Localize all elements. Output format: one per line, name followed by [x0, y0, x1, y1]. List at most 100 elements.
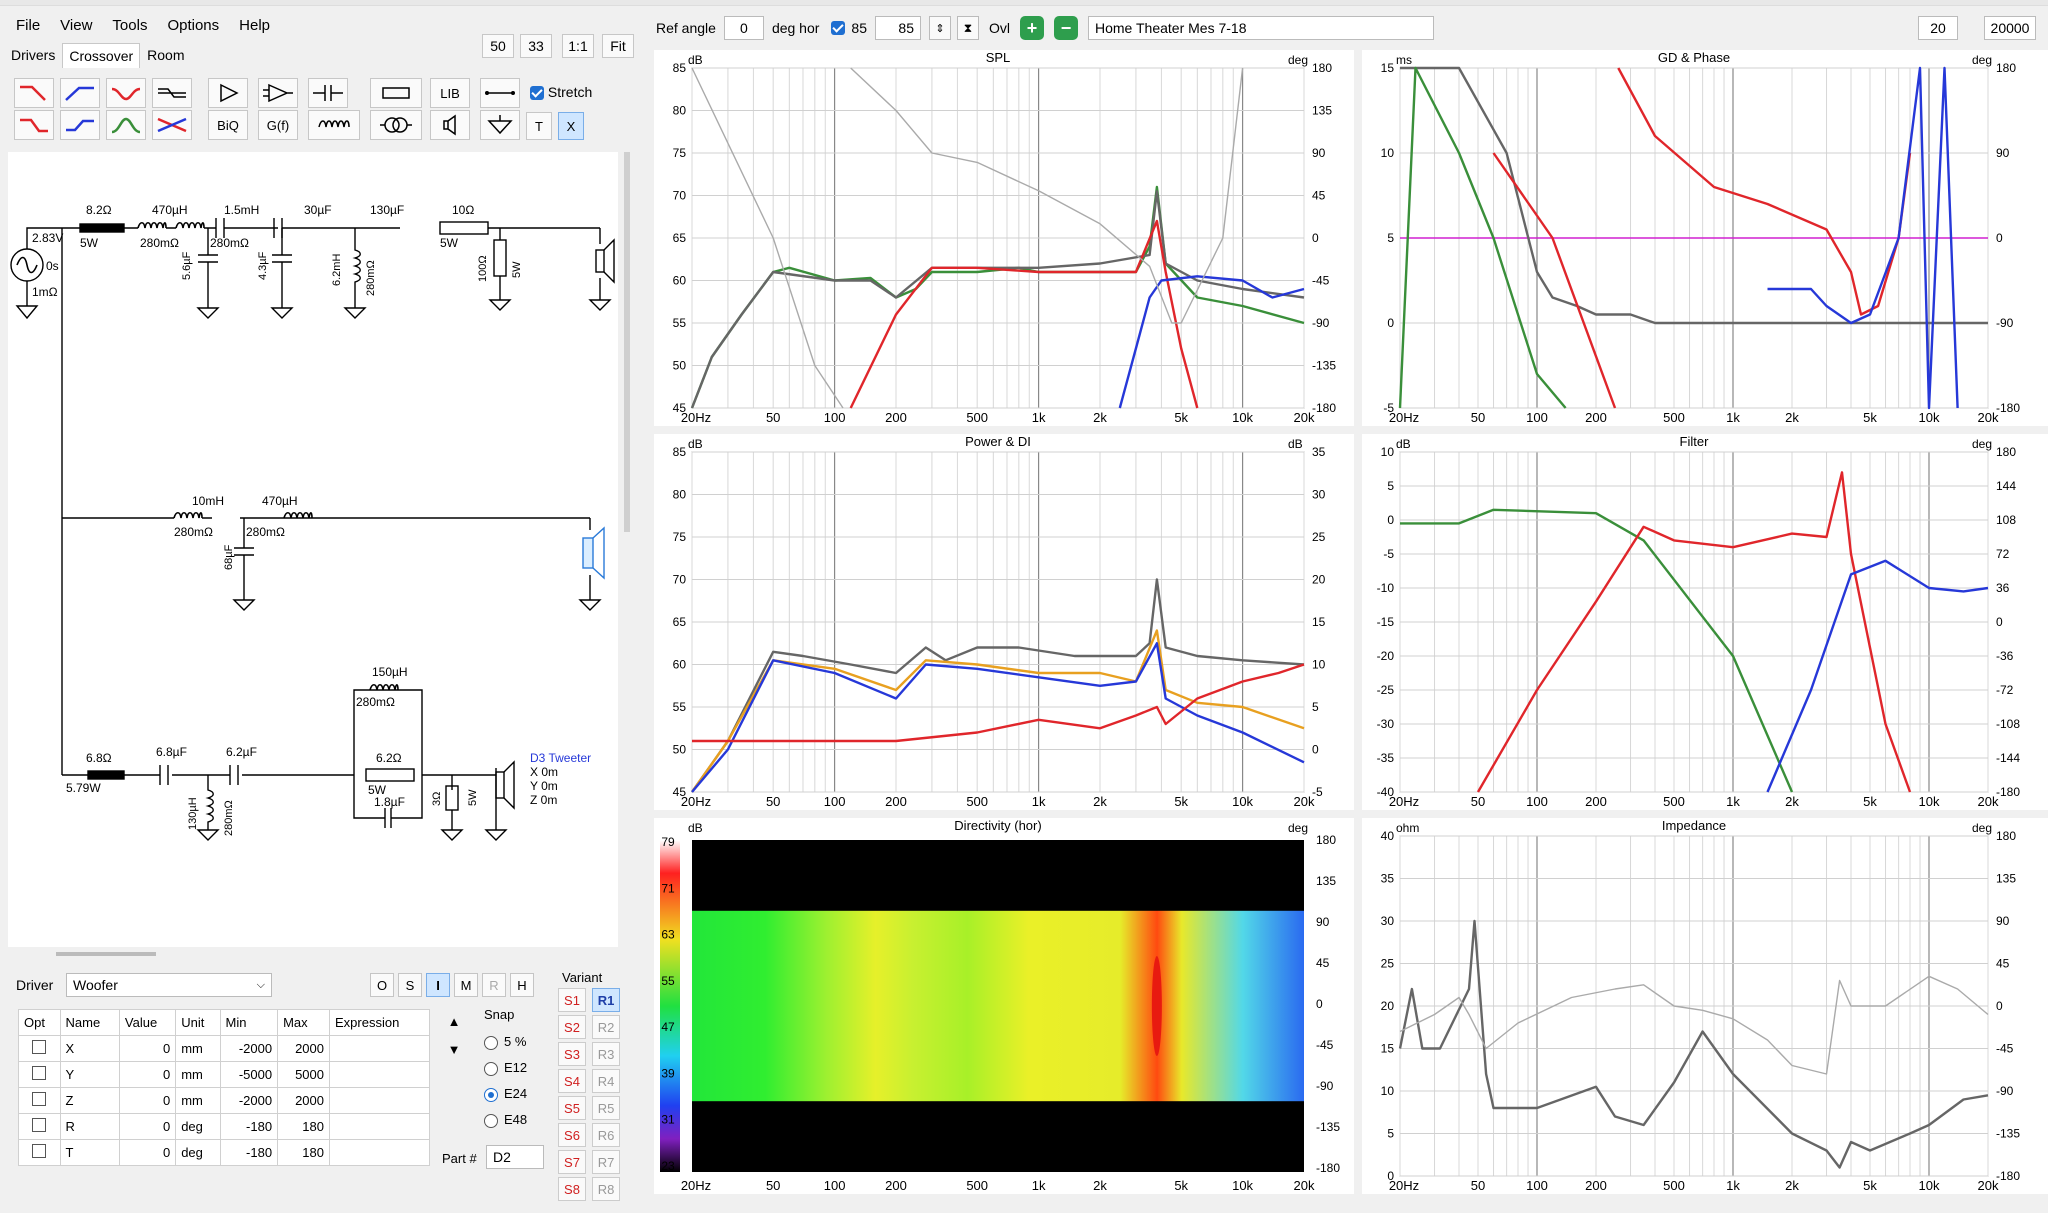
transformer-button[interactable]: [370, 110, 422, 140]
zoom-33-button[interactable]: 33: [520, 34, 552, 58]
variant-s8-button[interactable]: S8: [558, 1177, 586, 1201]
param-max[interactable]: 5000: [277, 1061, 330, 1088]
crossover-pair-button[interactable]: [152, 110, 192, 140]
param-value[interactable]: 0: [118, 1139, 177, 1166]
param-max[interactable]: 180: [277, 1113, 330, 1140]
capacitor-c7[interactable]: [229, 765, 239, 785]
menu-file[interactable]: File: [6, 13, 50, 38]
chart-svg[interactable]: GD & Phasems deg151050-5180900-90-18020Hz…: [1362, 50, 2048, 426]
inductor-l7[interactable]: [369, 683, 399, 691]
notch-red-button[interactable]: [106, 78, 146, 108]
variant-r8-button[interactable]: R8: [592, 1177, 620, 1201]
opt-checkbox[interactable]: [32, 1144, 47, 1158]
variant-r4-button[interactable]: R4: [592, 1069, 620, 1093]
opt-checkbox[interactable]: [32, 1092, 47, 1106]
resistor-r1[interactable]: [79, 223, 125, 233]
capacitor-button[interactable]: [308, 78, 348, 108]
ref-angle-input[interactable]: 0: [723, 16, 764, 40]
gf-button[interactable]: G(f): [258, 110, 298, 140]
param-value[interactable]: 0: [118, 1087, 177, 1114]
spl-spin-button[interactable]: ⇕: [929, 16, 951, 40]
inductor-l1[interactable]: [137, 221, 167, 229]
param-expression[interactable]: [329, 1035, 430, 1062]
inductor-button[interactable]: [308, 110, 360, 140]
part-input[interactable]: D2: [486, 1145, 544, 1169]
param-expression[interactable]: [329, 1061, 430, 1088]
param-min[interactable]: -180: [219, 1113, 279, 1140]
variant-s1-button[interactable]: S1: [558, 988, 586, 1012]
chart-panel-power-di[interactable]: Power & DI dB dB 85 80 75 70 65 60 55 50 45 35 30 25 20…: [654, 434, 1354, 810]
remove-overlay-button[interactable]: −: [1054, 16, 1078, 40]
menu-options[interactable]: Options: [157, 13, 229, 38]
table-row[interactable]: Z 0 mm -2000 2000: [18, 1087, 430, 1114]
tab-room[interactable]: Room: [140, 42, 191, 68]
opt-checkbox[interactable]: [32, 1040, 47, 1054]
driver-select[interactable]: Woofer ⌵: [66, 973, 272, 997]
speaker-button[interactable]: [430, 110, 470, 140]
schematic-scrollbar[interactable]: [624, 152, 630, 532]
snap-e48[interactable]: E48: [484, 1107, 527, 1133]
param-value[interactable]: 0: [118, 1113, 177, 1140]
stretch-checkbox[interactable]: [530, 86, 544, 101]
variant-r6-button[interactable]: R6: [592, 1123, 620, 1147]
stretch-option[interactable]: Stretch: [530, 84, 592, 101]
param-expression[interactable]: [329, 1139, 430, 1166]
add-overlay-button[interactable]: +: [1020, 16, 1044, 40]
table-row[interactable]: R 0 deg -180 180: [18, 1113, 430, 1140]
snap-e12[interactable]: E12: [484, 1055, 527, 1081]
tab-drivers[interactable]: Drivers: [4, 42, 62, 68]
inductor-l5[interactable]: [283, 511, 313, 519]
table-row[interactable]: Y 0 mm -5000 5000: [18, 1061, 430, 1088]
schematic-diagram[interactable]: 2.83V 0s 1mΩ 8.2Ω 5W 470µH 280mΩ 1.5mH 2…: [8, 152, 618, 947]
menu-help[interactable]: Help: [229, 13, 280, 38]
freq-high-input[interactable]: 20000: [1984, 16, 2036, 40]
inductor-l3[interactable]: [343, 228, 367, 319]
chart-panel-directivity-hor-[interactable]: Directivity (hor) dB deg 79 71 63 55 47 39 31 23 18…: [654, 818, 1354, 1194]
menu-view[interactable]: View: [50, 13, 102, 38]
directivity-heatmap[interactable]: [692, 910, 1304, 1102]
param-min[interactable]: -5000: [219, 1061, 279, 1088]
variant-s2-button[interactable]: S2: [558, 1015, 586, 1039]
chart-svg[interactable]: Power & DIdB dB85807570656055504535302520…: [654, 434, 1354, 810]
bandpass-green-button[interactable]: [106, 110, 146, 140]
variant-s4-button[interactable]: S4: [558, 1069, 586, 1093]
midrange-driver[interactable]: [578, 518, 605, 611]
param-expression[interactable]: [329, 1087, 430, 1114]
x-button[interactable]: X: [558, 112, 584, 140]
chart-panel-impedance[interactable]: Impedance ohm deg 40 35 30 25 20 15 10 5 0 180 135 90 4…: [1362, 818, 2048, 1194]
param-max[interactable]: 2000: [277, 1087, 330, 1114]
buffer-button[interactable]: [208, 78, 248, 108]
mode-h-button[interactable]: H: [510, 973, 534, 997]
variant-r2-button[interactable]: R2: [592, 1015, 620, 1039]
tweeter-driver[interactable]: [484, 760, 515, 841]
mode-o-button[interactable]: O: [370, 973, 394, 997]
spl-max-input[interactable]: 85: [875, 16, 921, 40]
project-name-field[interactable]: Home Theater Mes 7-18: [1088, 16, 1434, 40]
t-button[interactable]: T: [526, 112, 552, 140]
param-min[interactable]: -2000: [219, 1087, 279, 1114]
zoom-50-button[interactable]: 50: [482, 34, 514, 58]
shelf-button[interactable]: [152, 78, 192, 108]
move-up-button[interactable]: ▲: [442, 1009, 466, 1033]
variant-s7-button[interactable]: S7: [558, 1150, 586, 1174]
param-min[interactable]: -2000: [219, 1035, 279, 1062]
opamp-button[interactable]: [258, 78, 298, 108]
wire-button[interactable]: [480, 78, 520, 108]
highpass-red-button[interactable]: [14, 78, 54, 108]
param-max[interactable]: 180: [277, 1139, 330, 1166]
allpass-blue-button[interactable]: [60, 110, 100, 140]
mode-m-button[interactable]: M: [454, 973, 478, 997]
zoom-1to1-button[interactable]: 1:1: [562, 34, 594, 58]
woofer-driver[interactable]: [588, 228, 615, 311]
resistor-r3[interactable]: [493, 239, 507, 277]
chart-svg[interactable]: SPLdB deg85807570656055504518013590450-45…: [654, 50, 1354, 426]
param-value[interactable]: 0: [118, 1035, 177, 1062]
snap-e24[interactable]: E24: [484, 1081, 527, 1107]
highpass-blue-button[interactable]: [60, 78, 100, 108]
variant-r5-button[interactable]: R5: [592, 1096, 620, 1120]
chart-svg[interactable]: Impedanceohm deg4035302520151050180135904…: [1362, 818, 2048, 1194]
chart-panel-spl[interactable]: SPL dB deg 85 80 75 70 65 60 55 50 45 180 135 90 45 0 -45…: [654, 50, 1354, 426]
mode-s-button[interactable]: S: [398, 973, 422, 997]
inductor-l2[interactable]: [175, 221, 205, 229]
chart-panel-filter[interactable]: Filter dB deg 10 5 0 -5 -10 -15 -20 -25 -30 -35 -40 18…: [1362, 434, 2048, 810]
